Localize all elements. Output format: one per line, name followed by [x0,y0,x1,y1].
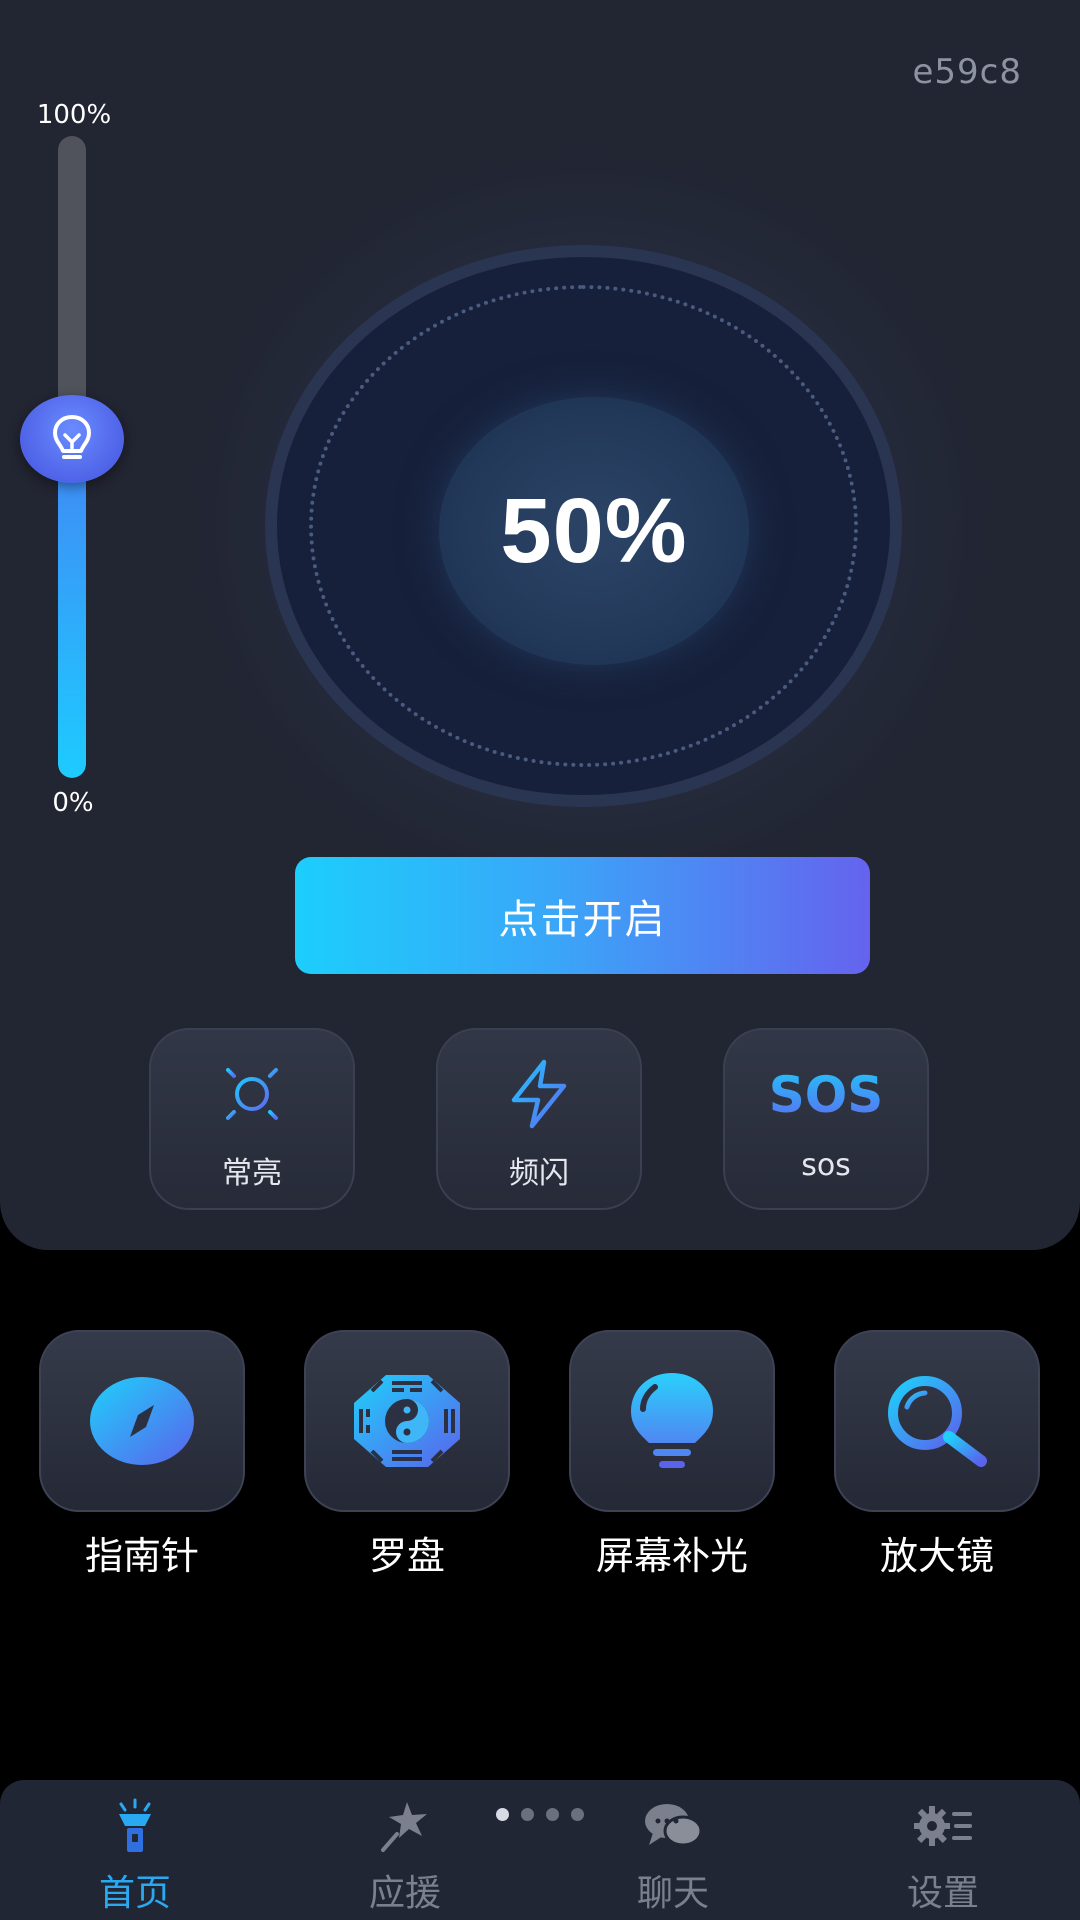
mode-label: 频闪 [509,1156,569,1191]
tab-label: 应援 [368,1873,441,1914]
page-dot [496,1808,509,1821]
tab-settings[interactable]: 设置 [843,1780,1043,1920]
settings-icon [914,1806,972,1846]
slider-min-label: 0% [52,788,94,818]
sun-icon [216,1058,288,1130]
device-id: e59c8 [912,52,1022,92]
compass-button[interactable] [39,1330,245,1512]
slider-max-label: 100% [36,100,112,130]
bottom-nav: 首页 应援 聊天 设置 [0,1780,1080,1920]
bulb-icon [631,1373,713,1468]
brightness-dial[interactable]: 50% [265,245,902,807]
tool-label: 放大镜 [879,1534,994,1578]
mode-label: 常亮 [222,1156,282,1191]
lightbulb-icon [53,415,91,459]
tool-label: 屏幕补光 [595,1534,748,1578]
svg-text:SOS: SOS [769,1066,884,1124]
sos-icon: SOS [769,1066,884,1124]
flashlight-panel: e59c8 100% 0% 50% 点击开启 常亮 频闪 SOS sos [0,0,1080,1250]
tool-label: 指南针 [84,1534,199,1578]
brightness-slider-fill [58,457,86,778]
star-wand-icon [381,1802,427,1852]
screen-light-button[interactable] [569,1330,775,1512]
brightness-value: 50% [500,479,688,582]
page-dot [521,1808,534,1821]
compass-icon [90,1377,194,1465]
magnifier-icon [888,1376,987,1467]
bagua-icon [354,1375,460,1467]
slider-thumb[interactable] [20,395,124,483]
tool-label: 罗盘 [368,1534,445,1578]
page-dot [546,1808,559,1821]
page-dot [571,1808,584,1821]
tab-chat[interactable]: 聊天 [573,1780,773,1920]
flashlight-icon [119,1798,151,1852]
mode-strobe-button[interactable]: 频闪 [436,1028,642,1210]
page-indicator [496,1808,584,1821]
mode-sos-button[interactable]: SOS sos [723,1028,929,1210]
tab-label: 设置 [906,1873,979,1914]
dial-center: 50% [439,397,749,665]
mode-steady-button[interactable]: 常亮 [149,1028,355,1210]
luopan-button[interactable] [304,1330,510,1512]
tab-label: 聊天 [636,1873,709,1914]
mode-label: sos [801,1148,851,1183]
tab-home[interactable]: 首页 [35,1780,235,1920]
magnifier-button[interactable] [834,1330,1040,1512]
tab-label: 首页 [98,1873,171,1914]
lightning-icon [511,1059,567,1129]
tab-cheer[interactable]: 应援 [305,1780,505,1920]
turn-on-button[interactable]: 点击开启 [295,857,870,974]
chat-icon [645,1804,703,1847]
